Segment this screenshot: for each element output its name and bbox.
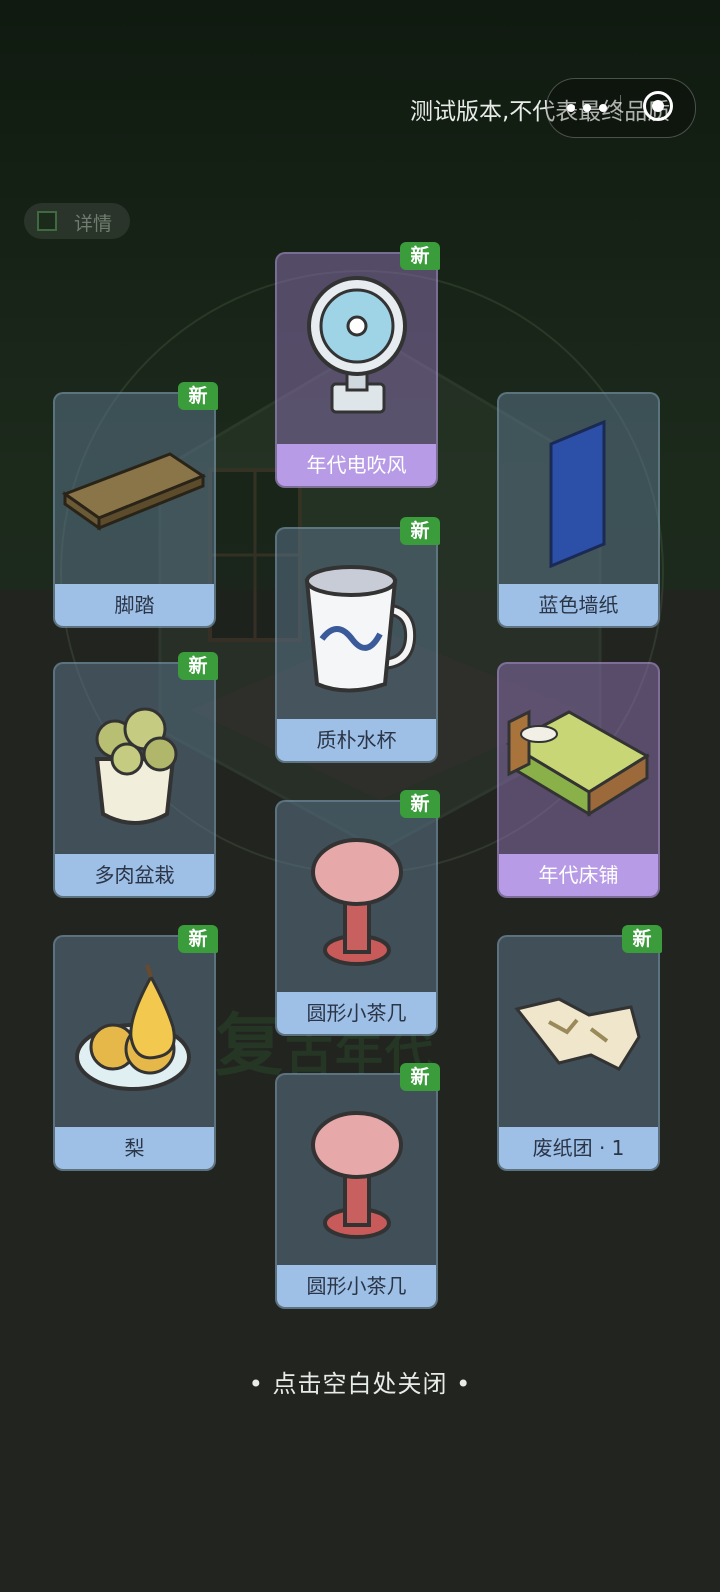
item-name: 圆形小茶几 (277, 1265, 436, 1307)
detail-icon (37, 211, 57, 231)
more-menu-icon[interactable] (567, 98, 613, 118)
tap-to-close-hint: • 点击空白处关闭 • (248, 1370, 472, 1398)
new-badge: 新 (400, 790, 440, 818)
detail-button[interactable]: 详情 (24, 203, 130, 239)
item-name: 蓝色墙纸 (499, 584, 658, 626)
new-badge: 新 (178, 925, 218, 953)
item-card-fan[interactable]: 年代电吹风 新 (275, 242, 440, 488)
item-name: 年代电吹风 (277, 444, 436, 486)
item-card-wallpaper[interactable]: 蓝色墙纸 (497, 392, 660, 628)
capsule-divider (620, 95, 621, 121)
item-card-footstool[interactable]: 脚踏 新 (53, 382, 218, 628)
item-card-round-table-2[interactable]: 圆形小茶几 新 (275, 1063, 440, 1309)
item-name: 脚踏 (55, 584, 214, 626)
item-card-pear[interactable]: 梨 新 (53, 925, 218, 1171)
wallpaper-icon (549, 419, 606, 569)
detail-label: 详情 (74, 213, 113, 235)
item-card-bed[interactable]: 年代床铺 (497, 662, 660, 898)
item-name: 年代床铺 (499, 854, 658, 896)
mug-icon (304, 565, 417, 693)
paper-ball-icon (514, 997, 641, 1071)
item-name: 质朴水杯 (277, 719, 436, 761)
pear-icon (75, 964, 191, 1091)
succulent-icon (94, 707, 178, 825)
item-name: 废纸团 · 1 (499, 1127, 658, 1169)
new-badge: 新 (622, 925, 662, 953)
item-card-succulent[interactable]: 多肉盆栽 新 (53, 652, 218, 898)
close-app-icon[interactable] (643, 91, 673, 121)
item-name: 多肉盆栽 (55, 854, 214, 896)
item-name: 梨 (55, 1127, 214, 1169)
bed-icon (505, 709, 650, 817)
round-table-icon (311, 838, 403, 966)
item-card-paper-ball[interactable]: 废纸团 · 1 新 (497, 925, 662, 1171)
item-name: 圆形小茶几 (277, 992, 436, 1034)
item-card-round-table[interactable]: 圆形小茶几 新 (275, 790, 440, 1036)
new-badge: 新 (400, 1063, 440, 1091)
mini-program-capsule (546, 78, 696, 138)
new-badge: 新 (178, 382, 218, 410)
item-card-mug[interactable]: 质朴水杯 新 (275, 517, 440, 763)
fan-icon (307, 276, 407, 414)
new-badge: 新 (178, 652, 218, 680)
round-table-icon (311, 1111, 403, 1239)
new-badge: 新 (400, 517, 440, 545)
footstool-icon (61, 452, 207, 531)
new-badge: 新 (400, 242, 440, 270)
